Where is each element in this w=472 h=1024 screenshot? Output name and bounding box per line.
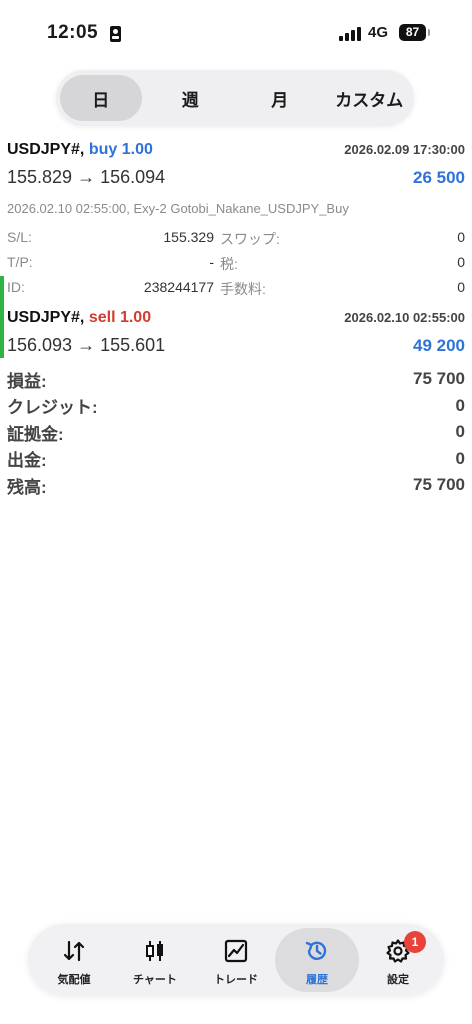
detail-label: T/P: — [7, 254, 33, 270]
nav-settings[interactable]: 設定 — [356, 928, 440, 992]
deal-prices: 156.093 → 155.601 — [7, 335, 166, 355]
detail-label: ID: — [7, 279, 25, 295]
detail-row: S/L: 155.329 スワップ: 0 — [7, 229, 465, 254]
detail-row: T/P: - 税: 0 — [7, 254, 465, 279]
history-icon — [305, 941, 327, 960]
summary-label: クレジット: — [7, 398, 98, 418]
arrows-updown-icon — [63, 940, 85, 962]
deal-side: sell 1.00 — [88, 309, 152, 326]
nav-label: 履歴 — [306, 974, 328, 986]
deal-time: 2026.02.09 17:30:00 — [344, 142, 465, 157]
nav-history[interactable]: 履歴 — [275, 928, 359, 992]
detail-label: スワップ: — [220, 231, 280, 247]
detail-label: 税: — [220, 256, 238, 272]
summary-row-deposit: 証拠金: 0 — [7, 419, 465, 446]
summary-label: 証拠金: — [7, 424, 64, 444]
summary-value: 0 — [455, 395, 465, 415]
notification-badge: 1 — [404, 931, 426, 953]
summary-value: 0 — [455, 448, 465, 468]
deal-details: S/L: 155.329 スワップ: 0 T/P: - 税: 0 ID: 238… — [7, 229, 465, 304]
deal-item[interactable]: USDJPY#, sell 1.00 2026.02.10 02:55:00 1… — [0, 309, 472, 359]
deal-symbol: USDJPY#, — [7, 141, 85, 158]
account-summary: 損益: 75 700 クレジット: 0 証拠金: 0 出金: 0 残高: 75 … — [7, 366, 465, 499]
deal-profit: 26 500 — [413, 168, 465, 187]
summary-label: 損益: — [7, 371, 47, 391]
trade-chart-icon — [224, 939, 248, 963]
nav-label: トレード — [214, 974, 258, 986]
summary-label: 出金: — [7, 451, 47, 471]
nav-trade[interactable]: トレード — [194, 928, 278, 992]
detail-value: - — [209, 254, 214, 270]
detail-label: 手数料: — [220, 281, 266, 297]
tab-week[interactable]: 週 — [150, 75, 232, 121]
id-card-icon — [110, 26, 121, 42]
detail-value: 238244177 — [143, 279, 214, 295]
summary-row-profit: 損益: 75 700 — [7, 366, 465, 393]
summary-value: 75 700 — [413, 475, 465, 495]
nav-label: 気配値 — [57, 974, 91, 986]
bottom-nav: 気配値 チャート トレード 履歴 設定 — [28, 924, 444, 996]
deal-profit: 49 200 — [413, 336, 465, 355]
nav-quotes[interactable]: 気配値 — [32, 928, 116, 992]
tab-custom[interactable]: カスタム — [329, 75, 411, 121]
deal-symbol: USDJPY#, — [7, 309, 85, 326]
tab-day[interactable]: 日 — [60, 75, 142, 121]
network-type: 4G — [368, 24, 389, 41]
period-selector: 日 週 月 カスタム — [56, 70, 414, 126]
deal-comment: 2026.02.10 02:55:00, Exy-2 Gotobi_Nakane… — [7, 201, 349, 216]
deal-item[interactable]: USDJPY#, buy 1.00 2026.02.09 17:30:00 15… — [0, 141, 472, 297]
detail-value: 0 — [457, 254, 465, 270]
nav-label: 設定 — [387, 974, 409, 986]
status-time: 12:05 — [47, 22, 99, 43]
detail-row: ID: 238244177 手数料: 0 — [7, 279, 465, 304]
tab-month[interactable]: 月 — [239, 75, 321, 121]
summary-row-withdrawal: 出金: 0 — [7, 446, 465, 473]
deal-prices: 155.829 → 156.094 — [7, 167, 166, 187]
battery-tip — [428, 29, 430, 36]
status-bar: 12:05 4G 87 — [0, 0, 472, 60]
detail-value: 0 — [457, 229, 465, 245]
detail-value: 0 — [457, 279, 465, 295]
summary-row-balance: 残高: 75 700 — [7, 472, 465, 499]
summary-label: 残高: — [7, 477, 47, 497]
battery-icon: 87 — [399, 24, 426, 41]
summary-row-credit: クレジット: 0 — [7, 393, 465, 420]
detail-label: S/L: — [7, 229, 32, 245]
candlestick-icon — [146, 941, 163, 961]
signal-icon — [339, 27, 363, 41]
deal-time: 2026.02.10 02:55:00 — [344, 310, 465, 325]
summary-value: 75 700 — [413, 369, 465, 389]
detail-value: 155.329 — [163, 229, 214, 245]
nav-label: チャート — [133, 974, 177, 986]
summary-value: 0 — [455, 422, 465, 442]
nav-chart[interactable]: チャート — [113, 928, 197, 992]
deal-side: buy 1.00 — [88, 141, 153, 158]
